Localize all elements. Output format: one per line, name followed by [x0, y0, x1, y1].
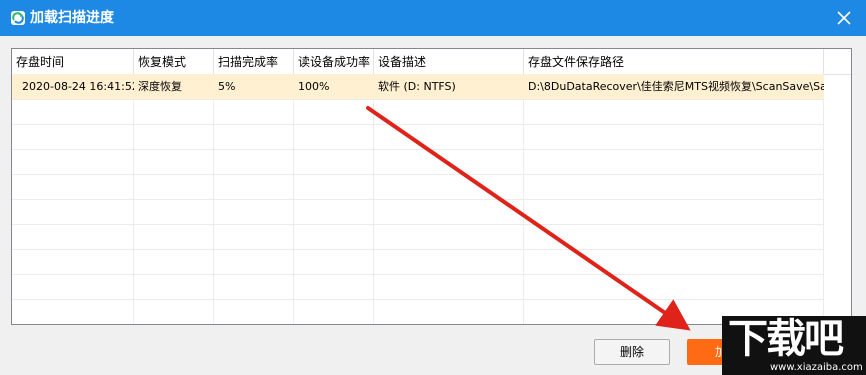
watermark-url: www.xiazaiba.com: [770, 362, 863, 373]
site-watermark: 下载吧 www.xiazaiba.com: [722, 316, 866, 375]
watermark-logo: 下载吧: [728, 316, 844, 362]
